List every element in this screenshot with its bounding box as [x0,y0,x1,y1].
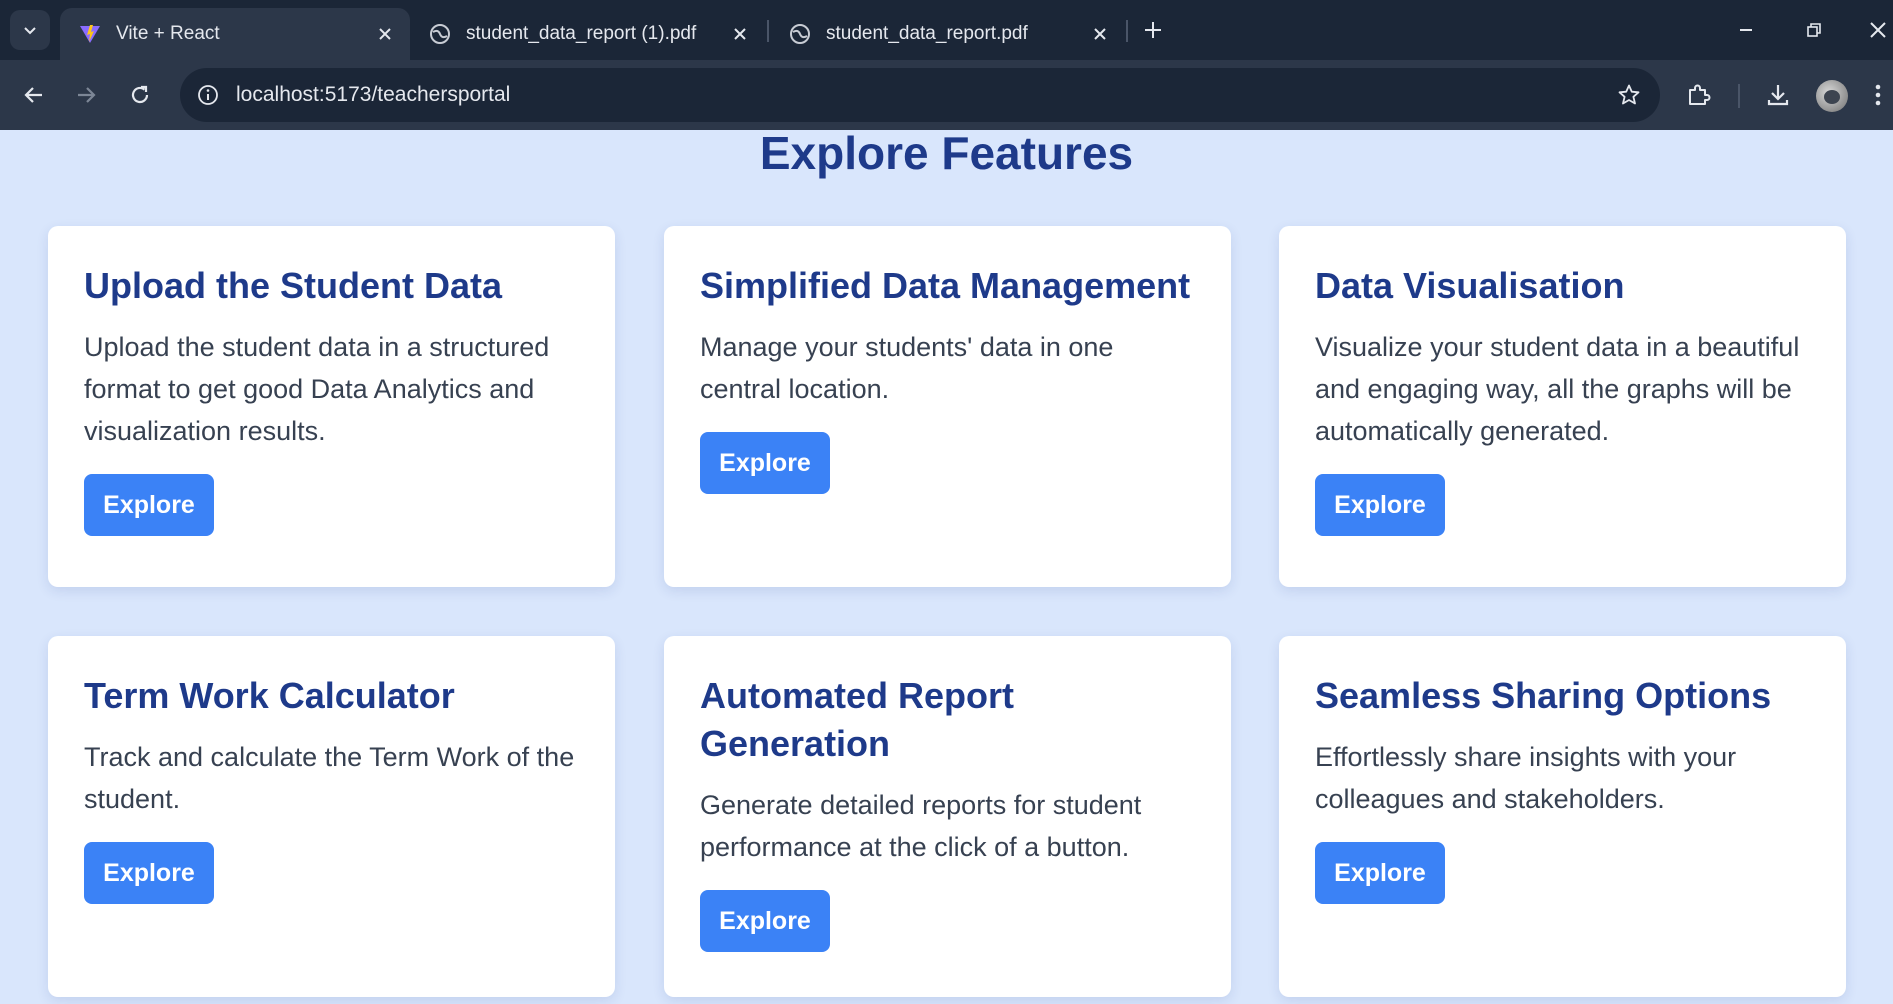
globe-icon [428,22,452,46]
new-tab-button[interactable] [1137,14,1169,46]
close-tab-icon[interactable] [1085,19,1115,49]
extensions-button[interactable] [1680,77,1716,113]
card-title: Seamless Sharing Options [1315,675,1772,716]
card-description: Effortlessly share insights with your co… [1315,742,1737,814]
tab-student-data-report-1[interactable]: student_data_report (1).pdf [410,8,765,60]
tab-separator [767,20,769,42]
url-host: localhost [236,83,319,106]
card-description: Upload the student data in a structured … [84,332,550,446]
feature-card-term-work: Term Work Calculator Track and calculate… [48,636,615,997]
tab-title: Vite + React [116,23,220,44]
card-description: Visualize your student data in a beautif… [1315,332,1800,446]
close-tab-icon[interactable] [370,19,400,49]
close-window-button[interactable] [1860,12,1893,48]
reload-icon [131,85,149,104]
tab-vite-react[interactable]: Vite + React [60,8,410,60]
explore-button[interactable]: Explore [1315,474,1445,536]
back-button[interactable] [16,77,52,113]
close-icon [1870,22,1886,38]
puzzle-icon [1689,84,1711,105]
feature-card-report-generation: Automated Report Generation Generate det… [664,636,1231,997]
minimize-icon [1740,29,1752,31]
card-description: Manage your students' data in one centra… [700,332,1114,404]
globe-icon [788,22,812,46]
feature-card-upload: Upload the Student Data Upload the stude… [48,226,615,587]
card-title: Data Visualisation [1315,265,1625,306]
explore-button[interactable]: Explore [84,842,214,904]
restore-button[interactable] [1796,12,1832,48]
url-text: localhost:5173/teachersportal [236,83,510,107]
download-icon [1767,85,1789,106]
downloads-button[interactable] [1760,77,1796,113]
bookmark-star-icon[interactable] [1614,80,1644,110]
forward-button[interactable] [68,77,104,113]
vite-logo-icon [78,22,102,46]
card-title: Simplified Data Management [700,265,1191,306]
card-description: Track and calculate the Term Work of the… [84,742,575,814]
feature-card-sharing: Seamless Sharing Options Effortlessly sh… [1279,636,1846,997]
tab-separator [1126,20,1128,42]
browser-menu-button[interactable] [1866,77,1890,113]
browser-toolbar: localhost:5173/teachersportal [0,60,1893,130]
card-title: Term Work Calculator [84,675,455,716]
explore-button[interactable]: Explore [1315,842,1445,904]
page-title: Explore Features [759,127,1134,179]
page-content: Explore Features Upload the Student Data… [0,127,1893,1004]
tab-title: student_data_report.pdf [826,23,1028,44]
arrow-left-icon [24,87,42,103]
address-bar[interactable]: localhost:5173/teachersportal [180,68,1660,122]
profile-avatar[interactable] [1816,80,1848,112]
restore-icon [1807,23,1821,37]
arrow-right-icon [78,87,96,103]
tab-search-button[interactable] [10,10,50,50]
card-title: Upload the Student Data [84,265,503,306]
plus-icon [1145,22,1161,38]
chevron-down-icon [24,27,36,35]
close-tab-icon[interactable] [725,19,755,49]
tab-student-data-report[interactable]: student_data_report.pdf [770,8,1125,60]
site-info-icon[interactable] [194,81,222,109]
explore-button[interactable]: Explore [700,432,830,494]
reload-button[interactable] [122,77,158,113]
browser-tab-strip: Vite + React student_data_report (1).pdf… [0,0,1893,60]
feature-card-visualisation: Data Visualisation Visualize your studen… [1279,226,1846,587]
feature-card-data-management: Simplified Data Management Manage your s… [664,226,1231,587]
minimize-button[interactable] [1728,12,1764,48]
more-vertical-icon [1875,84,1881,106]
toolbar-separator [1738,84,1740,108]
explore-button[interactable]: Explore [700,890,830,952]
card-title: Automated Report Generation [700,675,1014,764]
explore-button[interactable]: Explore [84,474,214,536]
card-description: Generate detailed reports for student pe… [700,790,1142,862]
url-path: :5173/teachersportal [318,83,511,106]
tab-title: student_data_report (1).pdf [466,23,697,44]
